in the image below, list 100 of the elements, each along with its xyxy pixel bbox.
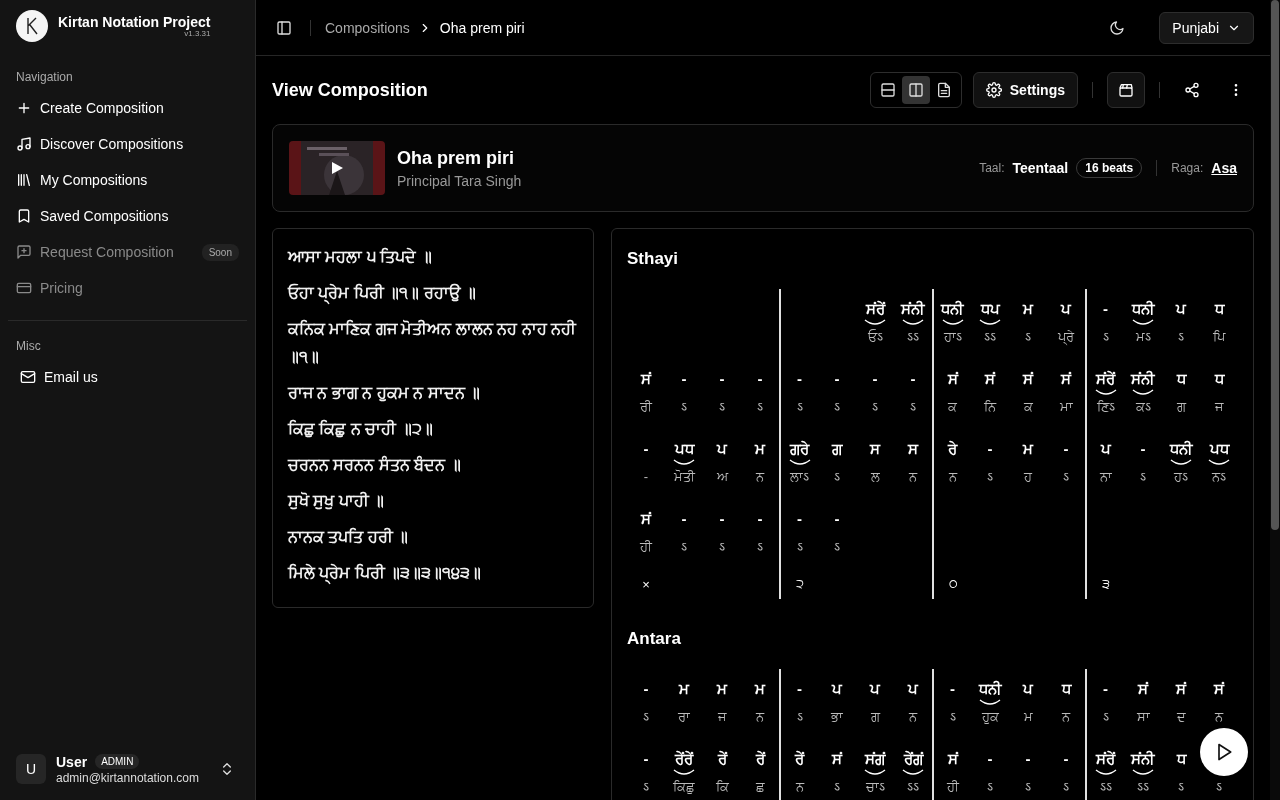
syllable: ਣਿऽ — [1096, 398, 1115, 416]
syllable: ਹਾऽ — [943, 328, 962, 346]
nav-item[interactable]: Create Composition — [0, 90, 255, 126]
page-title: View Composition — [272, 79, 429, 101]
swar-note: ਸ — [908, 439, 918, 459]
clapperboard-icon — [1118, 82, 1134, 98]
scrollbar[interactable] — [1270, 0, 1280, 800]
syllable: ऽ — [834, 778, 840, 796]
section-title: Sthayi — [627, 249, 680, 269]
nav-item[interactable]: Saved Compositions — [0, 198, 255, 234]
syllable: ऽ — [1025, 328, 1031, 346]
syllable: ਕ — [948, 398, 957, 416]
swar-note: ਧਨੀ — [941, 299, 964, 319]
swar-note: ਮ — [755, 679, 765, 699]
play-button[interactable] — [1200, 728, 1248, 776]
syllable: ऽ — [834, 398, 840, 416]
clapperboard-button[interactable] — [1107, 72, 1145, 108]
swar-note: ਮ — [1023, 299, 1033, 319]
swar-note: - — [834, 369, 840, 389]
swar-note: ਮ — [717, 679, 727, 699]
play-icon[interactable] — [329, 160, 345, 176]
swar-note: ਰੇਂ — [755, 749, 765, 769]
syllable: ऽ — [643, 708, 649, 726]
syllable: ਹੀ — [640, 538, 652, 556]
swar-note: ਪ — [1061, 299, 1071, 319]
syllable: ऽ — [719, 538, 725, 556]
syllable: ਨ — [795, 778, 804, 796]
user-avatar: U — [16, 754, 46, 784]
language-select[interactable]: Punjabi — [1159, 11, 1254, 44]
swar-note: - — [1103, 679, 1108, 699]
swar-note: ਧ — [1061, 679, 1071, 699]
swar-note: ਸਂ — [1176, 679, 1186, 699]
syllable: ਅ — [716, 468, 728, 486]
syllable: ऽऽ — [1137, 778, 1149, 796]
syllable: ਕ — [1023, 398, 1033, 416]
syllable: ਰੀ — [640, 398, 652, 416]
swar-note: ਪ — [1023, 679, 1033, 699]
swar-note: ਪ — [1100, 439, 1111, 459]
lyric-line: ਮਿਲੇ ਪ੍ਰੇਮ ਪਿਰੀ ॥੩॥੩॥੧੪੩॥ — [288, 559, 578, 587]
section-heading: Navigation — [15, 70, 74, 84]
app-name: Kirtan Notation Project — [58, 14, 211, 30]
taal-marker: ੩ — [1101, 576, 1111, 592]
syllable: ਮऽ — [1135, 328, 1151, 346]
syllable: ਪ੍ਰੇ — [1058, 328, 1074, 347]
swar-note: - — [719, 509, 725, 529]
syllable: ऽऽ — [984, 328, 996, 346]
document-icon — [935, 82, 952, 98]
rows-layout-icon — [879, 82, 896, 98]
syllable: ਕਿ — [715, 778, 729, 796]
settings-button[interactable]: Settings — [972, 72, 1078, 108]
swar-note: - — [681, 369, 687, 389]
swar-note: ਸਂਰੇਂ — [1096, 369, 1115, 389]
syllable: ਨ — [1215, 708, 1223, 726]
syllable: ऽ — [1063, 778, 1069, 796]
swar-note: - — [834, 509, 840, 529]
syllable: ਸਾ — [1136, 708, 1150, 726]
syllable: ਨ — [909, 708, 917, 726]
swar-note: ਸਂ — [1061, 369, 1071, 389]
taal-marker: × — [641, 576, 651, 592]
syllable: - — [643, 468, 649, 486]
syllable: ऽ — [987, 468, 993, 486]
swar-note: ਸਂ — [641, 509, 651, 529]
swar-note: - — [757, 369, 763, 389]
sidebar-icon — [276, 19, 292, 36]
nav-item[interactable]: Email us — [0, 359, 255, 395]
syllable: ਨ — [756, 468, 764, 486]
swar-note: ਸਂ — [832, 749, 842, 769]
syllable: ऽ — [1102, 708, 1109, 726]
swar-note: ਮ — [755, 439, 765, 459]
library-icon — [16, 172, 32, 188]
syllable: ਹऽ — [1174, 468, 1188, 486]
swar-note: ਸਂ — [1138, 679, 1148, 699]
breadcrumb-link[interactable]: Oha prem piri — [439, 19, 525, 36]
syllable: ਭਾ — [831, 708, 843, 726]
syllable: ऽ — [1178, 328, 1184, 346]
section-title: Antara — [627, 629, 682, 649]
nav-item[interactable]: My Compositions — [0, 162, 255, 198]
raga-link[interactable]: Asa — [1211, 160, 1237, 176]
credit-card-icon — [16, 280, 32, 296]
syllable: ਜ — [718, 708, 726, 726]
swar-note: ਪਧ — [674, 439, 694, 459]
raga-label: Raga: — [1171, 161, 1204, 175]
view-toggle[interactable] — [901, 76, 930, 104]
syllable: ऽ — [681, 538, 687, 556]
swar-note: ਮ — [679, 679, 689, 699]
swar-note: ਰੇਂ — [795, 749, 804, 769]
syllable: ਚਾऽ — [865, 778, 885, 796]
taal-marker: ੦ — [947, 576, 959, 592]
swar-note: ਗਰੇ — [790, 439, 809, 459]
breadcrumb-link[interactable]: Compositions — [325, 19, 410, 36]
swar-note: ਸ — [870, 439, 880, 459]
syllable: ਓऽ — [867, 328, 883, 346]
nav-item[interactable]: Discover Compositions — [0, 126, 255, 162]
syllable: ऽ — [1063, 468, 1069, 486]
taal-value: Teentaal — [1012, 160, 1069, 176]
swar-note: ਸਂ — [947, 749, 958, 769]
message-plus-icon — [16, 244, 32, 260]
syllable: ਲ — [870, 468, 880, 486]
syllable: ਹੀ — [946, 778, 959, 796]
syllable: ਹੁਕ — [981, 708, 999, 726]
